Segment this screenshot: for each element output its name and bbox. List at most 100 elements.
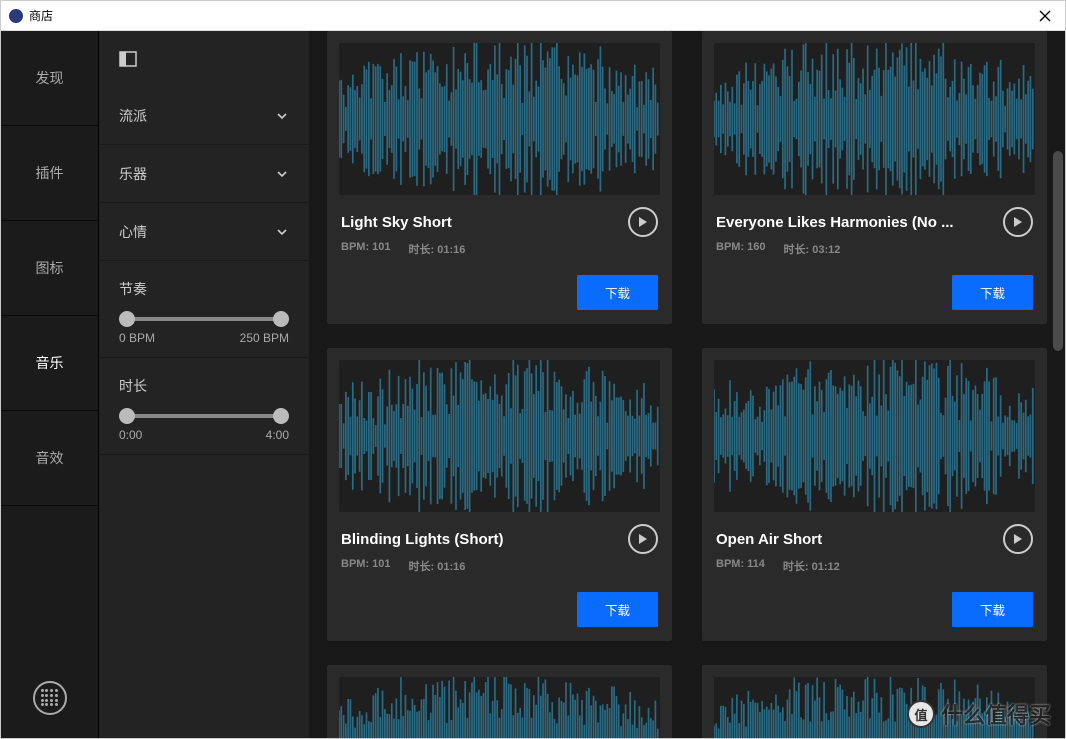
titlebar-left: 商店 bbox=[9, 7, 53, 24]
window-title: 商店 bbox=[29, 7, 53, 24]
play-button[interactable] bbox=[628, 207, 658, 237]
nav-item-music[interactable]: 音乐 bbox=[1, 316, 98, 411]
track-duration: 时长: 03:12 bbox=[784, 241, 841, 257]
waveform-preview[interactable] bbox=[714, 43, 1035, 195]
chevron-down-icon bbox=[275, 109, 289, 123]
card-title-row: Light Sky Short bbox=[341, 207, 658, 237]
track-meta: BPM: 160 时长: 03:12 bbox=[716, 241, 1033, 257]
track-meta: BPM: 101 时长: 01:16 bbox=[341, 558, 658, 574]
track-bpm: BPM: 160 bbox=[716, 241, 766, 257]
scrollbar-thumb[interactable] bbox=[1053, 151, 1063, 351]
card-body: Everyone Likes Harmonies (No ... BPM: 16… bbox=[702, 207, 1047, 324]
track-grid: Light Sky Short BPM: 101 时长: 01:16 下载 Ev… bbox=[327, 31, 1047, 738]
card-actions: 下载 bbox=[716, 592, 1033, 627]
filter-label: 乐器 bbox=[119, 164, 147, 184]
card-body: Light Sky Short BPM: 101 时长: 01:16 下载 bbox=[327, 207, 672, 324]
apps-grid-button[interactable] bbox=[33, 681, 67, 715]
play-button[interactable] bbox=[1003, 524, 1033, 554]
tempo-filter: 节奏 0 BPM 250 BPM bbox=[99, 261, 309, 358]
waveform-preview[interactable] bbox=[339, 360, 660, 512]
nav-label: 图标 bbox=[36, 258, 64, 278]
close-button[interactable] bbox=[1033, 4, 1057, 28]
play-button[interactable] bbox=[1003, 207, 1033, 237]
nav-item-discover[interactable]: 发现 bbox=[1, 31, 98, 126]
track-duration: 时长: 01:16 bbox=[409, 241, 466, 257]
duration-slider-max-thumb[interactable] bbox=[273, 408, 289, 424]
nav-spacer bbox=[1, 506, 98, 658]
nav-label: 音效 bbox=[36, 448, 64, 468]
nav-sidebar: 发现 插件 图标 音乐 音效 bbox=[1, 31, 99, 738]
nav-bottom bbox=[1, 658, 98, 738]
duration-max: 4:00 bbox=[266, 428, 289, 442]
card-actions: 下载 bbox=[341, 275, 658, 310]
track-card: Everyone Likes Harmonies (No ... BPM: 16… bbox=[702, 31, 1047, 324]
track-title: Blinding Lights (Short) bbox=[341, 531, 503, 548]
duration-filter: 时长 0:00 4:00 bbox=[99, 358, 309, 455]
duration-label: 时长 bbox=[119, 376, 289, 396]
track-bpm: BPM: 101 bbox=[341, 558, 391, 574]
card-title-row: Open Air Short bbox=[716, 524, 1033, 554]
play-icon bbox=[638, 534, 648, 544]
titlebar: 商店 bbox=[1, 1, 1065, 31]
nav-label: 发现 bbox=[36, 68, 64, 88]
filter-label: 流派 bbox=[119, 106, 147, 126]
nav-item-sfx[interactable]: 音效 bbox=[1, 411, 98, 506]
play-icon bbox=[638, 217, 648, 227]
chevron-down-icon bbox=[275, 167, 289, 181]
content-area: Light Sky Short BPM: 101 时长: 01:16 下载 Ev… bbox=[309, 31, 1065, 738]
track-title: Light Sky Short bbox=[341, 214, 452, 231]
chevron-down-icon bbox=[275, 225, 289, 239]
card-title-row: Everyone Likes Harmonies (No ... bbox=[716, 207, 1033, 237]
duration-min: 0:00 bbox=[119, 428, 142, 442]
card-actions: 下载 bbox=[341, 592, 658, 627]
card-actions: 下载 bbox=[716, 275, 1033, 310]
card-body: Open Air Short BPM: 114 时长: 01:12 下载 bbox=[702, 524, 1047, 641]
track-bpm: BPM: 101 bbox=[341, 241, 391, 257]
waveform-preview[interactable] bbox=[714, 360, 1035, 512]
track-title: Everyone Likes Harmonies (No ... bbox=[716, 214, 954, 231]
track-meta: BPM: 114 时长: 01:12 bbox=[716, 558, 1033, 574]
track-bpm: BPM: 114 bbox=[716, 558, 765, 574]
track-meta: BPM: 101 时长: 01:16 bbox=[341, 241, 658, 257]
collapse-panel-button[interactable] bbox=[119, 49, 139, 69]
track-card: Light Sky Short BPM: 101 时长: 01:16 下载 bbox=[327, 31, 672, 324]
track-card bbox=[327, 665, 672, 738]
play-button[interactable] bbox=[628, 524, 658, 554]
download-button[interactable]: 下载 bbox=[952, 275, 1033, 310]
tempo-slider-max-thumb[interactable] bbox=[273, 311, 289, 327]
filter-mood[interactable]: 心情 bbox=[99, 203, 309, 261]
close-icon bbox=[1039, 10, 1051, 22]
nav-item-plugins[interactable]: 插件 bbox=[1, 126, 98, 221]
play-icon bbox=[1013, 534, 1023, 544]
tempo-values: 0 BPM 250 BPM bbox=[119, 331, 289, 345]
tempo-max: 250 BPM bbox=[240, 331, 289, 345]
download-button[interactable]: 下载 bbox=[577, 275, 658, 310]
nav-label: 音乐 bbox=[36, 353, 64, 373]
app-window: 商店 发现 插件 图标 音乐 音效 bbox=[0, 0, 1066, 739]
download-button[interactable]: 下载 bbox=[577, 592, 658, 627]
filter-genre[interactable]: 流派 bbox=[99, 87, 309, 145]
waveform-preview[interactable] bbox=[339, 43, 660, 195]
download-button[interactable]: 下载 bbox=[952, 592, 1033, 627]
duration-slider-min-thumb[interactable] bbox=[119, 408, 135, 424]
grid-icon bbox=[41, 689, 59, 707]
card-title-row: Blinding Lights (Short) bbox=[341, 524, 658, 554]
filter-instrument[interactable]: 乐器 bbox=[99, 145, 309, 203]
track-card: Blinding Lights (Short) BPM: 101 时长: 01:… bbox=[327, 348, 672, 641]
app-icon bbox=[9, 9, 23, 23]
tempo-slider-min-thumb[interactable] bbox=[119, 311, 135, 327]
waveform-preview[interactable] bbox=[714, 677, 1035, 738]
track-card: Open Air Short BPM: 114 时长: 01:12 下载 bbox=[702, 348, 1047, 641]
track-duration: 时长: 01:12 bbox=[783, 558, 840, 574]
track-card bbox=[702, 665, 1047, 738]
filter-label: 心情 bbox=[119, 222, 147, 242]
tempo-slider[interactable] bbox=[125, 317, 283, 321]
play-icon bbox=[1013, 217, 1023, 227]
tempo-min: 0 BPM bbox=[119, 331, 155, 345]
tempo-label: 节奏 bbox=[119, 279, 289, 299]
duration-slider[interactable] bbox=[125, 414, 283, 418]
waveform-preview[interactable] bbox=[339, 677, 660, 738]
track-title: Open Air Short bbox=[716, 531, 822, 548]
app-body: 发现 插件 图标 音乐 音效 bbox=[1, 31, 1065, 738]
nav-item-icons[interactable]: 图标 bbox=[1, 221, 98, 316]
